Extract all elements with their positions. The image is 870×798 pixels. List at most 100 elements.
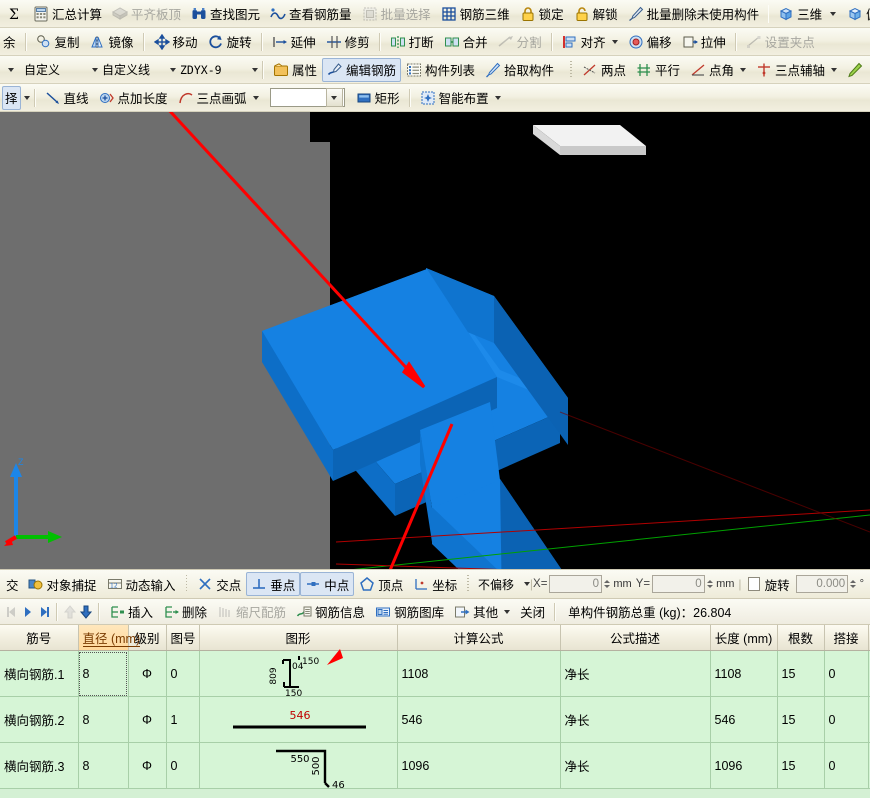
cell-count[interactable]: 15 [777,651,824,697]
insert-row-button[interactable]: 插入 [104,600,158,624]
draw-style-combo[interactable] [270,88,345,107]
chevron-down-icon[interactable] [326,88,343,107]
table-row[interactable]: 横向钢筋.3 8 Φ 0 550 500 [0,743,870,789]
dynamic-input-toggle[interactable]: 12 动态输入 [102,572,181,596]
break-button[interactable]: 打断 [385,30,439,54]
cell-lap[interactable]: 0 [824,743,868,789]
cell-diameter[interactable]: 8 [78,743,128,789]
offset-button[interactable]: 偏移 [623,30,677,54]
col-formula[interactable]: 计算公式 [397,625,560,651]
cell-diameter[interactable]: 8 [78,651,128,697]
delete-row-button[interactable]: 删除 [158,600,212,624]
cell-lap[interactable]: 0 [824,651,868,697]
3d-viewport[interactable]: Z [0,112,870,569]
properties-button[interactable]: 属性 [268,58,322,82]
cell-lap[interactable]: 0 [824,697,868,743]
rebar-info-button[interactable]: 钢筋信息 [291,600,370,624]
vertex-snap-toggle[interactable]: 顶点 [354,572,408,596]
merge-button[interactable]: 合并 [439,30,493,54]
rotate-input[interactable]: 0.000 [796,575,849,593]
nav-next-icon[interactable] [36,604,52,620]
three-point-axis-dropdown-icon[interactable] [831,68,837,72]
set-grip-button[interactable]: 设置夹点 [741,30,820,54]
cell-rebar-no[interactable]: 横向钢筋.3 [0,743,78,789]
coordinate-snap-toggle[interactable]: 坐标 [408,572,462,596]
col-diameter[interactable]: 直径 (mm) [78,625,128,651]
perpendicular-snap-toggle[interactable]: 垂点 [246,572,300,596]
cell-length[interactable]: 546 [710,697,777,743]
copy-button[interactable]: 复制 [31,30,85,54]
line-button[interactable]: 直线 [40,86,94,110]
table-row[interactable]: 横向钢筋.1 8 Φ 0 [0,651,870,697]
y-coord-input[interactable]: 0 [652,575,705,593]
cell-diameter[interactable]: 8 [78,697,128,743]
cell-rebar-no[interactable]: 横向钢筋.1 [0,651,78,697]
object-snap-toggle[interactable]: 对象捕捉 [23,572,102,596]
other-dropdown-icon[interactable] [504,610,510,614]
custom-type-combo[interactable]: 自定义 [20,60,98,79]
select-dropdown-icon[interactable] [24,96,30,100]
cell-grade[interactable]: Φ [128,651,166,697]
cell-shape-no[interactable]: 0 [166,651,199,697]
col-shape-no[interactable]: 图号 [166,625,199,651]
custom-line-combo[interactable]: 自定义线 [98,60,176,79]
cell-formula-desc[interactable]: 净长 [560,651,710,697]
move-button[interactable]: 移动 [149,30,203,54]
intersection-snap-toggle[interactable]: 交点 [192,572,246,596]
move-up-icon[interactable] [62,604,78,620]
cell-grade[interactable]: Φ [128,743,166,789]
chevron-down-icon[interactable] [252,68,258,72]
cell-rebar-no[interactable]: 横向钢筋.2 [0,697,78,743]
cell-shape[interactable]: 546 [199,697,397,743]
cell-count[interactable]: 15 [777,697,824,743]
point-angle-dropdown-icon[interactable] [740,68,746,72]
cell-shape[interactable]: 809 04 150 150 [199,651,397,697]
cell-grade[interactable]: Φ [128,697,166,743]
nav-prev-icon[interactable] [20,604,36,620]
align-dropdown-icon[interactable] [612,40,618,44]
two-point-button[interactable]: 两点 [577,58,631,82]
align-button[interactable]: 对齐 [557,30,623,54]
rotate-stepper[interactable] [849,575,857,593]
x-coord-input[interactable]: 0 [549,575,602,593]
view-rebar-qty-button[interactable]: 查看钢筋量 [265,2,357,26]
close-button[interactable]: 关闭 [515,600,550,624]
combo-left-dropdown-icon[interactable] [8,68,14,72]
member-combo[interactable]: ZDYX-9 [176,60,258,79]
cell-formula[interactable]: 1108 [397,651,560,697]
member-list-button[interactable]: 构件列表 [401,58,480,82]
nav-first-icon[interactable] [4,604,20,620]
cell-formula-desc[interactable]: 净长 [560,743,710,789]
rebar-grid[interactable]: 筋号 直径 (mm) 级别 图号 图形 计算公式 公式描述 长度 (mm) 根数… [0,625,870,798]
cell-length[interactable]: 1096 [710,743,777,789]
midpoint-snap-toggle[interactable]: 中点 [300,572,354,596]
pick-member-button[interactable]: 拾取构件 [480,58,559,82]
cell-formula-desc[interactable]: 净长 [560,697,710,743]
view-3d-dropdown-icon[interactable] [830,12,836,16]
trim-button[interactable]: 修剪 [321,30,375,54]
point-plus-length-button[interactable]: 点加长度 [94,86,173,110]
mirror-button[interactable]: 镜像 [85,30,139,54]
flatten-slab-top-button[interactable]: 平齐板顶 [107,2,186,26]
cell-length[interactable]: 1108 [710,651,777,697]
stretch-button[interactable]: 拉伸 [677,30,731,54]
cell-formula[interactable]: 1096 [397,743,560,789]
rotate-button[interactable]: 旋转 [203,30,257,54]
sigma-icon[interactable]: Σ [2,2,28,26]
col-count[interactable]: 根数 [777,625,824,651]
table-row[interactable]: 横向钢筋.2 8 Φ 1 546 546 净长 546 [0,697,870,743]
col-lap[interactable]: 搭接 [824,625,868,651]
cell-shape[interactable]: 550 500 46 [199,743,397,789]
col-rebar-no[interactable]: 筋号 [0,625,78,651]
view-top-button[interactable]: 俯视 [842,2,870,26]
batch-delete-unused-button[interactable]: 批量删除未使用构件 [623,2,765,26]
col-formula-desc[interactable]: 公式描述 [560,625,710,651]
smart-layout-dropdown-icon[interactable] [495,96,501,100]
select-button[interactable]: 择 [2,86,21,110]
col-length[interactable]: 长度 (mm) [710,625,777,651]
delete-button[interactable]: 余 [2,30,21,54]
view-3d-button[interactable]: 三维 [773,2,827,26]
batch-select-button[interactable]: 批量选择 [357,2,436,26]
cell-shape-no[interactable]: 0 [166,743,199,789]
other-button[interactable]: 其他 [449,600,515,624]
